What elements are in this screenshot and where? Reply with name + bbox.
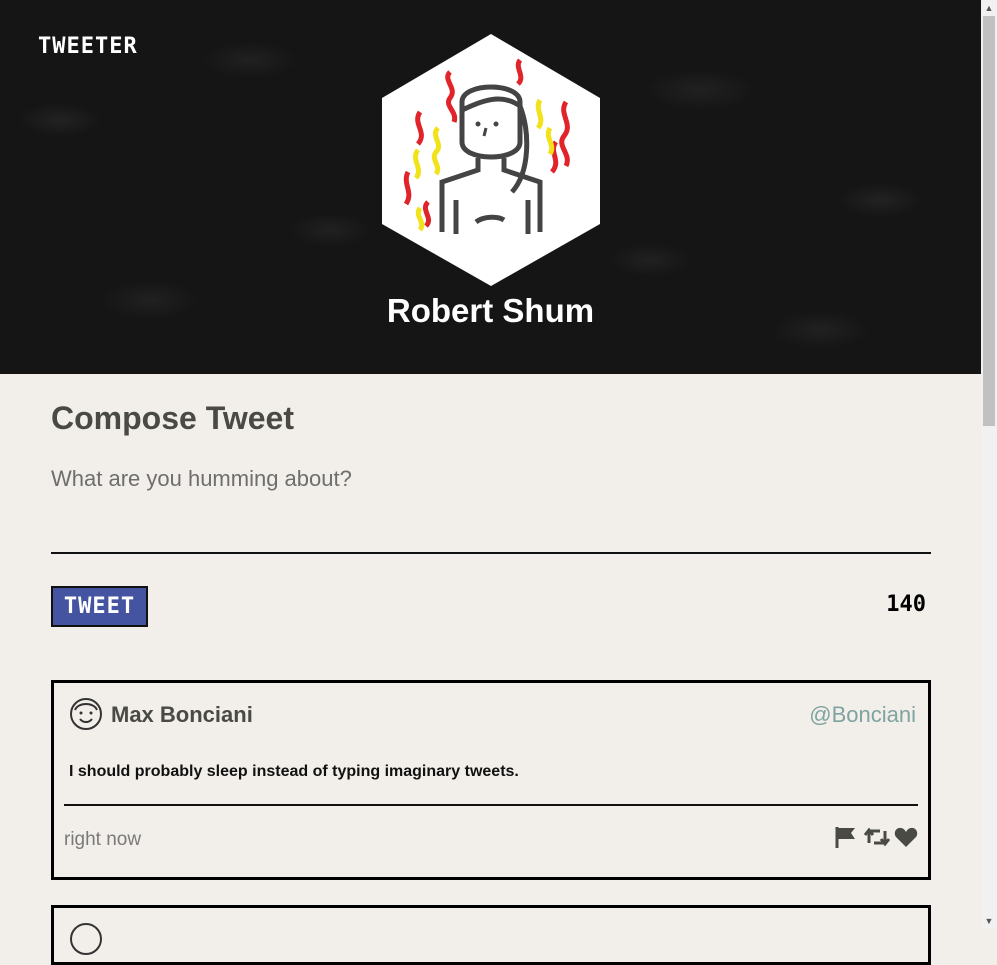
scrollbar[interactable]: ▲ ▼ [981, 0, 997, 929]
profile-header: TWEETER Robert Shum [0, 0, 981, 374]
tweet-header: Max Bonciani @Bonciani [69, 697, 916, 737]
tweet-author-name[interactable]: Max Bonciani [111, 702, 253, 728]
tweet-timestamp: right now [64, 829, 142, 850]
character-counter: 140 [886, 592, 926, 617]
app-logo[interactable]: TWEETER [38, 34, 138, 59]
profile-avatar [380, 32, 602, 288]
compose-title: Compose Tweet [51, 400, 294, 436]
tweet-text: I should probably sleep instead of typin… [69, 763, 519, 780]
user-avatar-icon [69, 922, 103, 961]
tweet-author-handle[interactable]: @Bonciani [809, 702, 916, 728]
retweet-icon[interactable] [863, 825, 891, 849]
scroll-up-arrow-icon[interactable]: ▲ [981, 0, 997, 16]
scroll-down-arrow-icon[interactable]: ▼ [981, 913, 997, 929]
tweet-button[interactable]: TWEET [51, 586, 148, 627]
tweet-actions [834, 825, 918, 849]
flag-icon[interactable] [834, 825, 858, 849]
user-avatar-icon [69, 697, 105, 733]
tweet-card [51, 905, 931, 965]
scrollbar-thumb[interactable] [983, 16, 995, 426]
tweet-card: Max Bonciani @Bonciani I should probably… [51, 680, 931, 880]
compose-input[interactable] [51, 460, 931, 554]
profile-name: Robert Shum [386, 292, 595, 329]
heart-icon[interactable] [894, 825, 918, 849]
tweet-divider [64, 804, 918, 806]
